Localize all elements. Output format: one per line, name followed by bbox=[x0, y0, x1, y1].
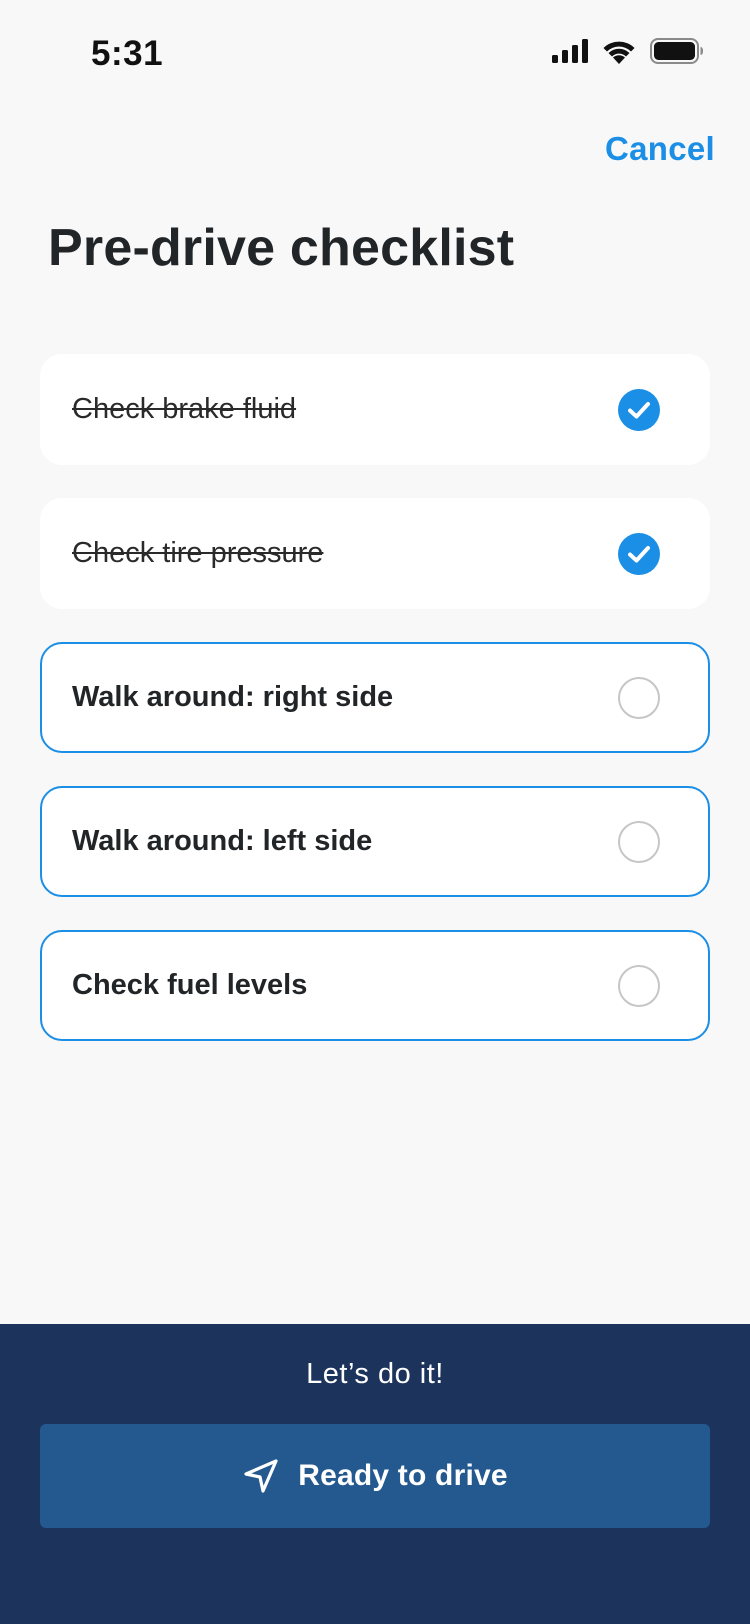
checklist-item-walk-left[interactable]: Walk around: left side bbox=[40, 786, 710, 897]
ready-to-drive-button[interactable]: Ready to drive bbox=[40, 1424, 710, 1528]
checklist-item-label: Check tire pressure bbox=[72, 537, 324, 569]
motto-text: Let’s do it! bbox=[306, 1358, 444, 1390]
checklist-item-tire-pressure[interactable]: Check tire pressure bbox=[40, 498, 710, 609]
unchecked-circle-icon[interactable] bbox=[618, 964, 660, 1007]
checklist-item-brake-fluid[interactable]: Check brake fluid bbox=[40, 354, 710, 465]
checklist-sheet: Check brake fluid Check tire pressure Wa… bbox=[0, 305, 750, 1325]
checked-circle-icon[interactable] bbox=[618, 532, 660, 575]
signal-icon bbox=[552, 39, 588, 63]
page-title: Pre-drive checklist bbox=[48, 219, 515, 277]
cancel-button[interactable]: Cancel bbox=[605, 130, 715, 168]
ready-to-drive-label: Ready to drive bbox=[298, 1459, 508, 1492]
checklist-item-label: Check fuel levels bbox=[72, 969, 308, 1001]
unchecked-circle-icon[interactable] bbox=[618, 676, 660, 719]
checklist-item-label: Check brake fluid bbox=[72, 393, 297, 425]
navigation-arrow-icon bbox=[244, 1459, 278, 1493]
status-icons bbox=[552, 38, 704, 64]
wifi-icon bbox=[603, 41, 635, 64]
checklist-item-walk-right[interactable]: Walk around: right side bbox=[40, 642, 710, 753]
checklist-item-label: Walk around: right side bbox=[72, 681, 394, 713]
unchecked-circle-icon[interactable] bbox=[618, 820, 660, 863]
status-bar: 5:31 bbox=[0, 0, 750, 110]
checklist: Check brake fluid Check tire pressure Wa… bbox=[40, 354, 710, 1074]
checklist-item-fuel-levels[interactable]: Check fuel levels bbox=[40, 930, 710, 1041]
checked-circle-icon[interactable] bbox=[618, 388, 660, 431]
screen: 5:31 Cancel Pre-drive checklist Check br… bbox=[0, 0, 750, 1624]
bottom-panel: Let’s do it! Ready to drive bbox=[0, 1324, 750, 1624]
battery-icon bbox=[650, 38, 703, 64]
status-time: 5:31 bbox=[91, 34, 164, 73]
checklist-item-label: Walk around: left side bbox=[72, 825, 373, 857]
